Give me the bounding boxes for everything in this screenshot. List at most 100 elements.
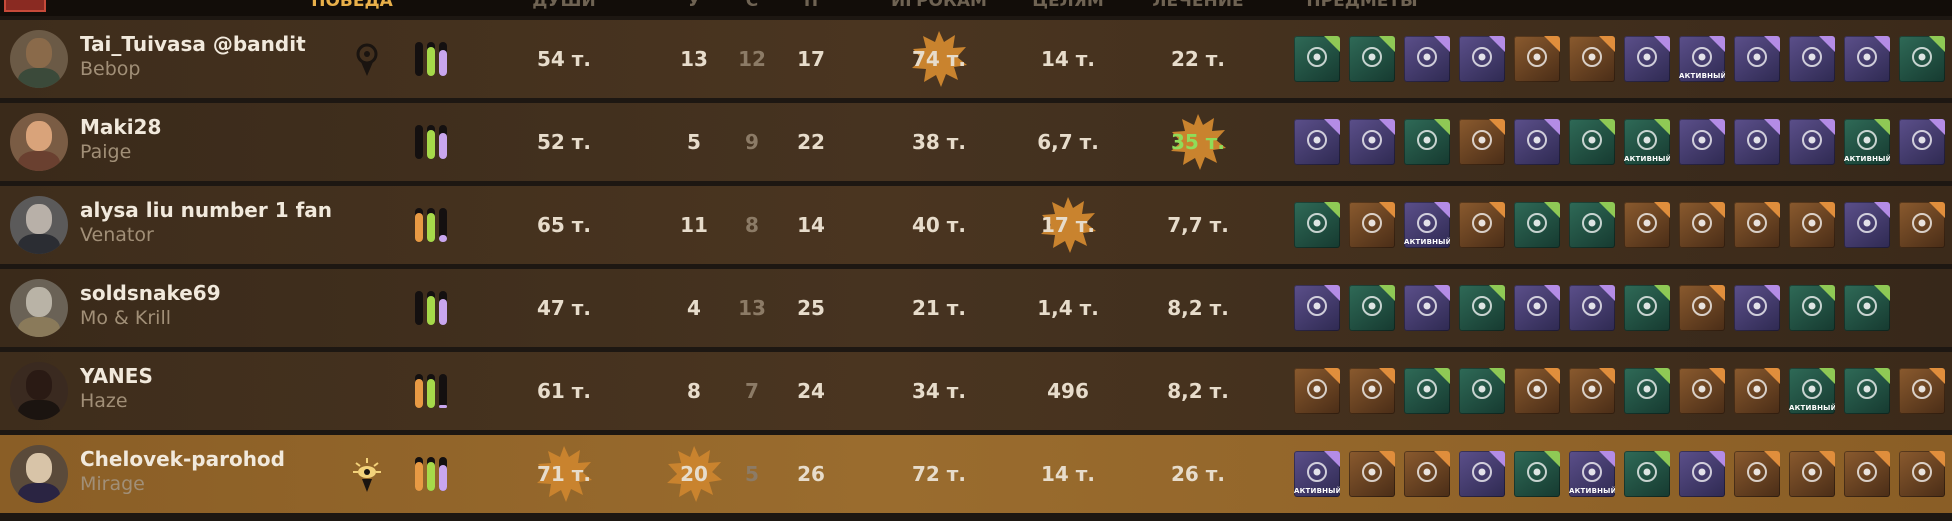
item-slot[interactable] [1349, 36, 1395, 82]
item-slot[interactable] [1569, 285, 1615, 331]
hero-avatar[interactable] [10, 279, 68, 337]
player-row[interactable]: Chelovek-parohod Mirage 71 т. 20 5 26 72 т. 14 … [0, 435, 1952, 513]
item-slot[interactable] [1404, 451, 1450, 497]
item-slot[interactable] [1294, 36, 1340, 82]
item-slot[interactable] [1404, 36, 1450, 82]
player-name[interactable]: Tai_Tuivasa @bandit [80, 32, 306, 56]
item-slot[interactable] [1679, 119, 1725, 165]
item-slot[interactable] [1459, 119, 1505, 165]
item-slot[interactable] [1294, 285, 1340, 331]
item-slot[interactable] [1349, 285, 1395, 331]
item-slot[interactable] [1569, 119, 1615, 165]
waves-icon [1799, 44, 1825, 74]
item-slot[interactable] [1844, 368, 1890, 414]
item-slot[interactable] [1624, 285, 1670, 331]
item-slot[interactable] [1679, 451, 1725, 497]
item-slot[interactable] [1514, 202, 1560, 248]
item-slot[interactable] [1514, 119, 1560, 165]
item-slot[interactable] [1844, 285, 1890, 331]
item-slot[interactable] [1899, 202, 1945, 248]
item-slot[interactable] [1624, 451, 1670, 497]
item-slot[interactable] [1514, 368, 1560, 414]
item-slot[interactable] [1569, 368, 1615, 414]
item-slot[interactable] [1294, 368, 1340, 414]
item-slot[interactable] [1789, 451, 1835, 497]
item-slot[interactable] [1899, 368, 1945, 414]
build-bar [439, 208, 447, 242]
item-slot[interactable] [1899, 119, 1945, 165]
player-name[interactable]: soldsnake69 [80, 281, 221, 305]
item-slot[interactable] [1734, 119, 1780, 165]
item-slot[interactable] [1899, 36, 1945, 82]
item-slot[interactable] [1734, 285, 1780, 331]
item-slots: АКТИВНЫЙ [1294, 36, 1945, 82]
item-slot[interactable]: АКТИВНЫЙ [1569, 451, 1615, 497]
item-slot[interactable] [1349, 202, 1395, 248]
item-slot[interactable] [1569, 36, 1615, 82]
item-slot[interactable]: АКТИВНЫЙ [1789, 368, 1835, 414]
item-slot[interactable] [1349, 451, 1395, 497]
item-slot[interactable] [1349, 119, 1395, 165]
item-slot[interactable] [1349, 368, 1395, 414]
header-player-damage[interactable]: ИГРОКАМ [891, 0, 987, 11]
item-slot[interactable] [1734, 202, 1780, 248]
item-slot[interactable] [1404, 285, 1450, 331]
player-name[interactable]: Chelovek-parohod [80, 447, 285, 471]
item-slot[interactable] [1404, 119, 1450, 165]
item-slot[interactable] [1459, 368, 1505, 414]
item-slot[interactable] [1734, 451, 1780, 497]
player-name[interactable]: alysa liu number 1 fan [80, 198, 332, 222]
item-slot[interactable] [1679, 368, 1725, 414]
item-slot[interactable] [1624, 36, 1670, 82]
hero-avatar[interactable] [10, 30, 68, 88]
hero-avatar[interactable] [10, 113, 68, 171]
item-slot[interactable] [1569, 202, 1615, 248]
player-name[interactable]: Maki28 [80, 115, 161, 139]
player-row[interactable]: YANES Haze 61 т. 8 7 24 34 т. 496 8,2 т. АКТИВНЫЙ [0, 352, 1952, 430]
item-slot[interactable] [1844, 202, 1890, 248]
item-slot[interactable] [1459, 285, 1505, 331]
header-assists[interactable]: П [804, 0, 818, 11]
item-slot[interactable] [1679, 202, 1725, 248]
item-slot[interactable] [1294, 202, 1340, 248]
player-row[interactable]: Maki28 Paige 52 т. 5 9 22 38 т. 6,7 т. 35 т. АКТИ… [0, 103, 1952, 181]
item-slot[interactable] [1899, 451, 1945, 497]
header-healing[interactable]: ЛЕЧЕНИЕ [1152, 0, 1243, 11]
player-row[interactable]: Tai_Tuivasa @bandit Bebop 54 т. 13 12 17 74 т.… [0, 20, 1952, 98]
item-slot[interactable] [1404, 368, 1450, 414]
item-slot[interactable] [1679, 285, 1725, 331]
item-slot[interactable] [1514, 451, 1560, 497]
header-kills[interactable]: У [687, 0, 700, 11]
player-row[interactable]: soldsnake69 Mo & Krill 47 т. 4 13 25 21 т. 1,4 … [0, 269, 1952, 347]
item-slot[interactable] [1459, 202, 1505, 248]
item-slot[interactable] [1624, 368, 1670, 414]
item-slot[interactable] [1514, 285, 1560, 331]
header-souls[interactable]: ДУШИ [532, 0, 595, 11]
item-slot[interactable]: АКТИВНЫЙ [1844, 119, 1890, 165]
item-slot[interactable] [1844, 451, 1890, 497]
item-slot[interactable] [1459, 36, 1505, 82]
header-deaths[interactable]: С [746, 0, 758, 11]
item-slot[interactable]: АКТИВНЫЙ [1624, 119, 1670, 165]
item-slot[interactable] [1789, 285, 1835, 331]
item-slot[interactable] [1514, 36, 1560, 82]
item-slot[interactable] [1789, 202, 1835, 248]
item-slot[interactable]: АКТИВНЫЙ [1404, 202, 1450, 248]
keyhole-eye-icon [352, 42, 382, 78]
header-objective-damage[interactable]: ЦЕЛЯМ [1032, 0, 1104, 11]
item-slot[interactable] [1734, 36, 1780, 82]
hero-avatar[interactable] [10, 362, 68, 420]
hero-avatar[interactable] [10, 445, 68, 503]
player-name[interactable]: YANES [80, 364, 153, 388]
item-slot[interactable] [1789, 36, 1835, 82]
item-slot[interactable]: АКТИВНЫЙ [1294, 451, 1340, 497]
item-slot[interactable] [1624, 202, 1670, 248]
item-slot[interactable]: АКТИВНЫЙ [1679, 36, 1725, 82]
item-slot[interactable] [1294, 119, 1340, 165]
item-slot[interactable] [1844, 36, 1890, 82]
item-slot[interactable] [1734, 368, 1780, 414]
item-slot[interactable] [1459, 451, 1505, 497]
player-row[interactable]: alysa liu number 1 fan Venator 65 т. 11 8 14 4… [0, 186, 1952, 264]
item-slot[interactable] [1789, 119, 1835, 165]
hero-avatar[interactable] [10, 196, 68, 254]
